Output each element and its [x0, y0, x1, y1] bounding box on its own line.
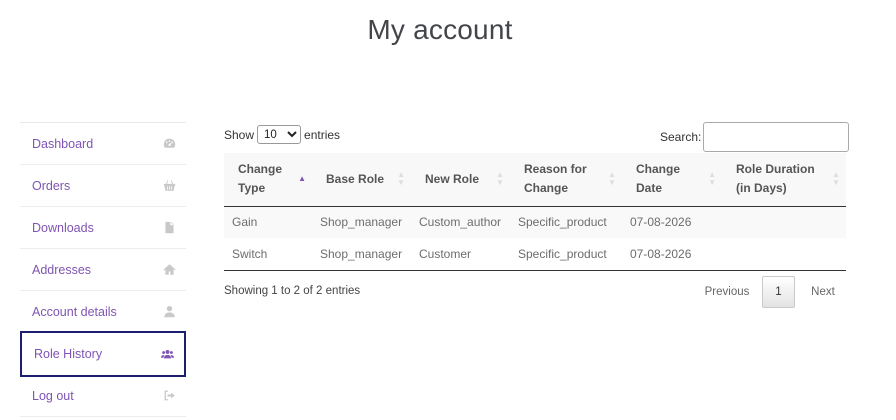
table-cell	[722, 206, 846, 238]
table-cell: Switch	[224, 238, 312, 271]
table-cell: Specific_product	[510, 206, 622, 238]
file-icon	[162, 221, 176, 235]
search-input[interactable]	[703, 122, 850, 152]
table-cell: 07-08-2026	[622, 238, 722, 271]
table-cell: Custom_author	[411, 206, 510, 238]
next-page-button[interactable]: Next	[795, 286, 851, 298]
table-row: Switch Shop_manager Customer Specific_pr…	[224, 238, 846, 271]
sort-icon: ▲ ▼	[832, 170, 840, 188]
sidebar-item-label: Account details	[32, 304, 117, 319]
table-cell: Shop_manager	[312, 206, 411, 238]
sidebar-item-orders[interactable]: Orders	[20, 165, 186, 207]
page-title: My account	[367, 14, 513, 45]
sidebar-item-label: Orders	[32, 178, 71, 193]
table-cell: Shop_manager	[312, 238, 411, 271]
sort-icon: ▲ ▼	[496, 170, 504, 188]
sidebar-item-log-out[interactable]: Log out	[20, 375, 186, 417]
show-label: Show	[224, 127, 255, 142]
sort-icon: ▲ ▼	[397, 170, 405, 188]
logout-icon	[162, 389, 176, 403]
users-icon	[160, 347, 174, 361]
sidebar-item-account-details[interactable]: Account details	[20, 291, 186, 333]
column-header-change-type[interactable]: Change Type ▲	[224, 153, 312, 207]
search-label: Search:	[660, 130, 702, 144]
sidebar-item-downloads[interactable]: Downloads	[20, 207, 186, 249]
table-cell: Gain	[224, 206, 312, 238]
pagination: Previous 1 Next	[692, 276, 851, 308]
table-row: Gain Shop_manager Custom_author Specific…	[224, 206, 846, 238]
user-icon	[162, 305, 176, 319]
sort-asc-icon: ▲	[298, 174, 306, 184]
sidebar-item-label: Downloads	[32, 220, 94, 235]
entries-length-select[interactable]: 10	[257, 125, 302, 144]
page-1-button[interactable]: 1	[762, 276, 795, 308]
sort-icon: ▲ ▼	[608, 170, 616, 188]
previous-page-button[interactable]: Previous	[692, 286, 762, 298]
sidebar-item-label: Role History	[34, 347, 103, 361]
dashboard-icon	[162, 137, 176, 151]
column-header-change-date[interactable]: Change Date ▲ ▼	[622, 153, 722, 207]
sidebar-item-label: Addresses	[32, 262, 92, 277]
sidebar-item-label: Dashboard	[32, 136, 94, 151]
table-cell: Specific_product	[510, 238, 622, 271]
column-header-reason[interactable]: Reason for Change ▲ ▼	[510, 153, 622, 207]
table-header-row: Change Type ▲ Base Role ▲ ▼ New Role ▲ ▼ Reas…	[224, 153, 846, 207]
column-header-base-role[interactable]: Base Role ▲ ▼	[312, 153, 411, 207]
column-header-role-duration[interactable]: Role Duration (in Days) ▲ ▼	[722, 153, 846, 207]
sidebar-item-dashboard[interactable]: Dashboard	[20, 123, 186, 165]
sidebar-item-addresses[interactable]: Addresses	[20, 249, 186, 291]
basket-icon	[162, 179, 176, 193]
entries-length-control: Show 10 entries	[224, 125, 340, 144]
table-info: Showing 1 to 2 of 2 entries	[224, 285, 361, 297]
table-cell	[722, 238, 846, 271]
sidebar-item-role-history[interactable]: Role History	[20, 331, 186, 377]
account-navigation: Dashboard Orders Downloads Addresses Acc…	[20, 122, 186, 417]
entries-label: entries	[304, 127, 341, 142]
table-cell: 07-08-2026	[622, 206, 722, 238]
sort-icon: ▲ ▼	[708, 170, 716, 188]
column-header-new-role[interactable]: New Role ▲ ▼	[411, 153, 510, 207]
home-icon	[162, 263, 176, 277]
table-cell: Customer	[411, 238, 510, 271]
sidebar-item-label: Log out	[32, 388, 74, 403]
role-history-table: Change Type ▲ Base Role ▲ ▼ New Role ▲ ▼ Reas…	[224, 153, 846, 271]
table-search: Search:	[660, 122, 850, 152]
